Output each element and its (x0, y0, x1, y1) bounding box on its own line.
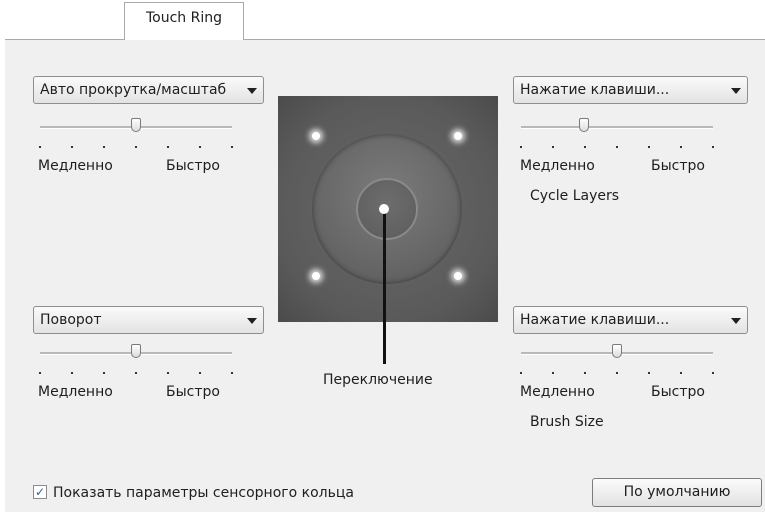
toggle-label: Переключение (323, 372, 433, 388)
bottom-right-action-caption: Brush Size (530, 414, 604, 430)
slider-tick (712, 146, 714, 148)
slider-tick (584, 372, 586, 374)
top-right-function-value: Нажатие клавиши... (520, 82, 670, 98)
slider-tick (616, 146, 618, 148)
bottom-right-speed-slider[interactable] (520, 342, 714, 382)
show-settings-label: Показать параметры сенсорного кольца (53, 485, 354, 501)
toggle-pointer-line (383, 209, 386, 364)
led-bottom-right-icon (454, 272, 462, 280)
slider-tick (680, 372, 682, 374)
bottom-left-function-dropdown[interactable]: Поворот (33, 306, 264, 334)
top-right-speed-slider[interactable] (520, 116, 714, 156)
bottom-right-fast-label: Быстро (651, 384, 705, 400)
bottom-left-slow-label: Медленно (38, 384, 113, 400)
slider-tick (135, 372, 137, 374)
slider-tick (520, 372, 522, 374)
bottom-right-function-value: Нажатие клавиши... (520, 312, 670, 328)
slider-tick (231, 146, 233, 148)
chevron-down-icon (247, 318, 257, 324)
slider-tick (39, 146, 41, 148)
top-left-speed-slider[interactable] (39, 116, 233, 156)
slider-tick (680, 146, 682, 148)
slider-tick (199, 146, 201, 148)
top-right-slow-label: Медленно (520, 158, 595, 174)
slider-tick (71, 146, 73, 148)
slider-tick (712, 372, 714, 374)
default-button[interactable]: По умолчанию (592, 478, 762, 507)
slider-tick (231, 372, 233, 374)
slider-thumb[interactable] (612, 344, 622, 358)
chevron-down-icon (731, 88, 741, 94)
slider-thumb[interactable] (131, 344, 141, 358)
slider-tick (167, 372, 169, 374)
chevron-down-icon (731, 318, 741, 324)
slider-tick (552, 146, 554, 148)
checkmark-icon: ✓ (34, 485, 46, 499)
bottom-left-fast-label: Быстро (166, 384, 220, 400)
tab-touch-ring[interactable]: Touch Ring (124, 2, 244, 40)
top-right-fast-label: Быстро (651, 158, 705, 174)
slider-tick (39, 372, 41, 374)
led-top-left-icon (312, 132, 320, 140)
toggle-pointer-dot (379, 204, 389, 214)
slider-tick (71, 372, 73, 374)
slider-tick (103, 372, 105, 374)
slider-tick (616, 372, 618, 374)
top-right-function-dropdown[interactable]: Нажатие клавиши... (513, 76, 748, 104)
slider-tick (552, 372, 554, 374)
slider-tick (199, 372, 201, 374)
slider-tick (584, 146, 586, 148)
slider-tick (135, 146, 137, 148)
slider-track (521, 126, 713, 129)
chevron-down-icon (247, 88, 257, 94)
bottom-right-slow-label: Медленно (520, 384, 595, 400)
led-top-right-icon (454, 132, 462, 140)
top-left-fast-label: Быстро (166, 158, 220, 174)
slider-tick (648, 146, 650, 148)
top-left-function-value: Авто прокрутка/масштаб (40, 82, 227, 98)
led-bottom-left-icon (312, 272, 320, 280)
show-settings-checkbox[interactable]: ✓ (33, 485, 47, 499)
bottom-right-function-dropdown[interactable]: Нажатие клавиши... (513, 306, 748, 334)
bottom-left-function-value: Поворот (40, 312, 102, 328)
slider-tick (520, 146, 522, 148)
bottom-left-speed-slider[interactable] (39, 342, 233, 382)
top-left-slow-label: Медленно (38, 158, 113, 174)
top-right-action-caption: Cycle Layers (530, 188, 620, 204)
slider-tick (167, 146, 169, 148)
top-left-function-dropdown[interactable]: Авто прокрутка/масштаб (33, 76, 264, 104)
slider-tick (648, 372, 650, 374)
tab-strip: Touch Ring (0, 0, 765, 40)
slider-thumb[interactable] (131, 118, 141, 132)
slider-tick (103, 146, 105, 148)
slider-thumb[interactable] (579, 118, 590, 132)
